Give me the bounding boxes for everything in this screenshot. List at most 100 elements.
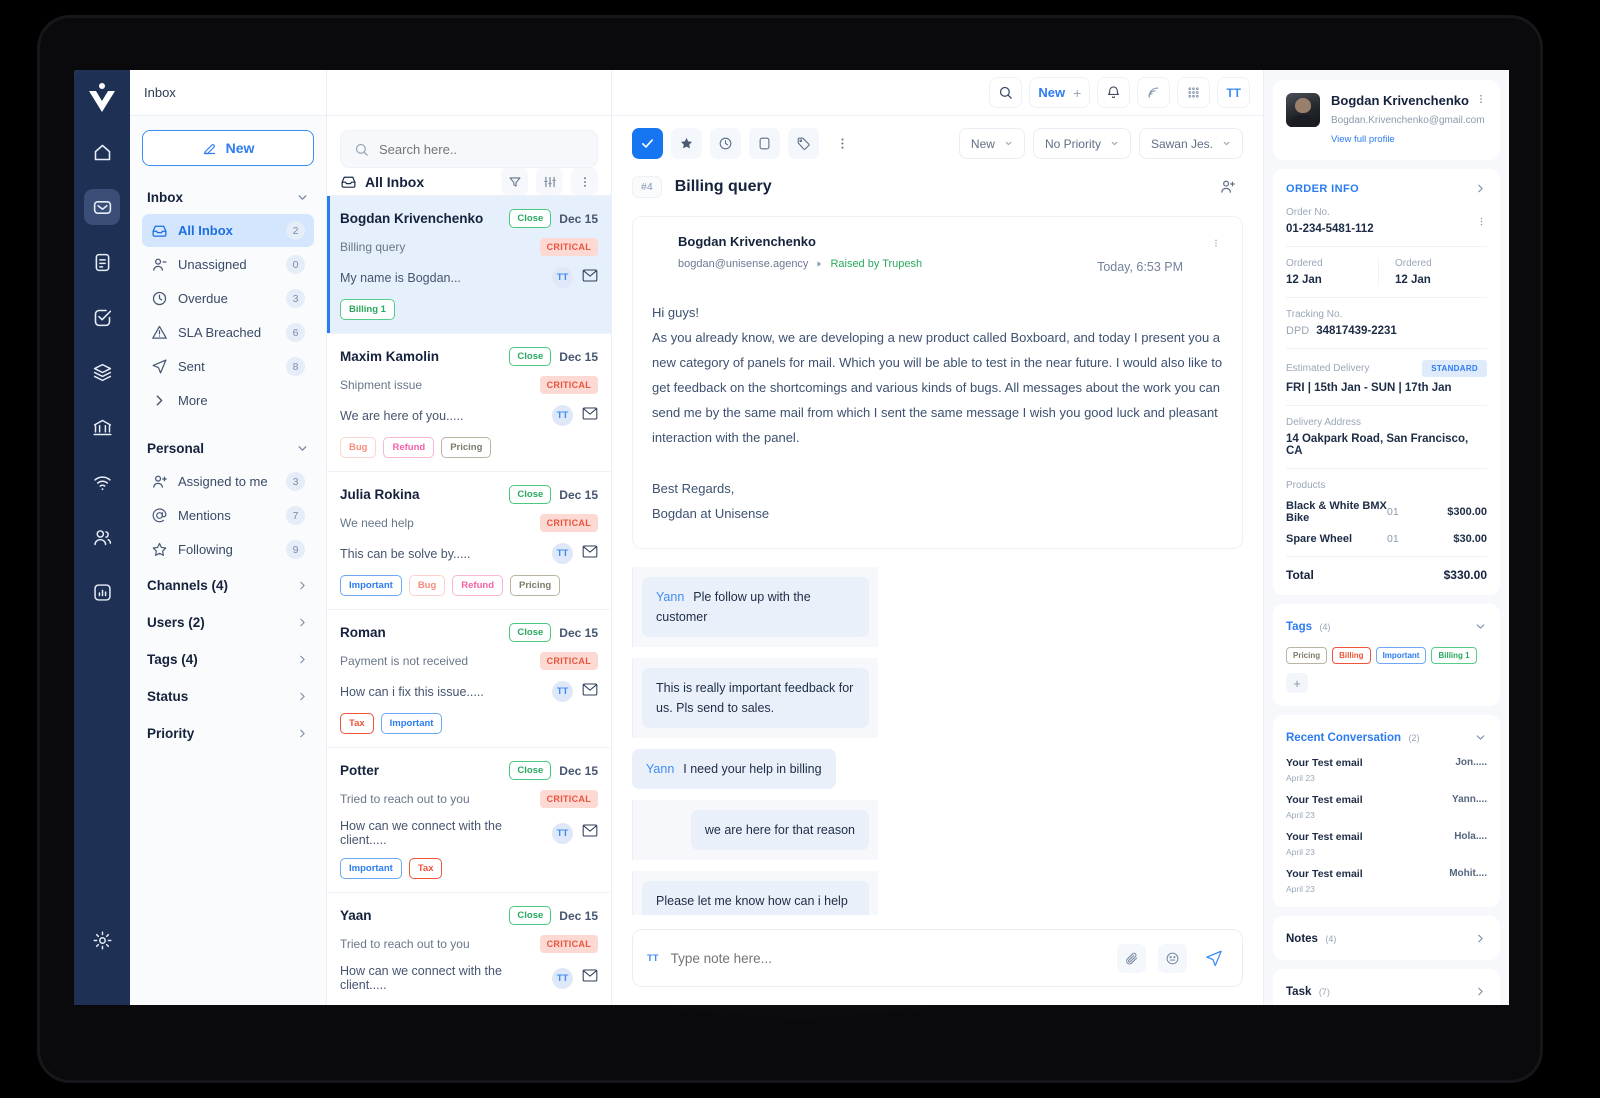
task-card[interactable]: Task (7): [1273, 969, 1500, 1005]
detail-tag[interactable]: Important: [1375, 647, 1427, 664]
rail-item-mail[interactable]: [84, 189, 120, 225]
conversation-tag[interactable]: Important: [340, 858, 402, 879]
conversation-item[interactable]: Maxim Kamolin Close Dec 15 Shipment issu…: [327, 333, 611, 471]
rail-item-tasks[interactable]: [84, 299, 120, 335]
sidebar-item-unassigned[interactable]: Unassigned 0: [142, 248, 314, 281]
recent-header[interactable]: Recent Conversation (2): [1286, 728, 1487, 746]
sidebar-item-more[interactable]: More: [142, 384, 314, 417]
rail-item-documents[interactable]: [84, 244, 120, 280]
search-box[interactable]: [340, 130, 598, 168]
sidebar-item-mentions[interactable]: Mentions 7: [142, 499, 314, 532]
note-composer[interactable]: TT: [632, 929, 1243, 987]
snooze-button[interactable]: [710, 128, 741, 159]
conversation-tag[interactable]: Refund: [452, 575, 503, 596]
rail-item-layers[interactable]: [84, 354, 120, 390]
app-logo[interactable]: [87, 82, 117, 114]
conversation-status-badge[interactable]: Close: [509, 761, 552, 780]
sidebar-item-sent[interactable]: Sent 8: [142, 350, 314, 383]
conversation-status-badge[interactable]: Close: [509, 623, 552, 642]
header-broadcast-button[interactable]: [1137, 77, 1171, 108]
archive-folder-button[interactable]: [749, 128, 780, 159]
conversation-tag[interactable]: Bug: [340, 437, 377, 458]
conversation-item[interactable]: Roman Close Dec 15 Payment is not receiv…: [327, 609, 611, 747]
chevron-down-icon[interactable]: [652, 234, 666, 248]
list-more-button[interactable]: [571, 168, 598, 195]
filter-button[interactable]: [501, 168, 528, 195]
sidebar-item-all-inbox[interactable]: All Inbox 2: [142, 214, 314, 247]
detail-tag[interactable]: Billing 1: [1431, 647, 1477, 664]
add-tag-button[interactable]: +: [1286, 673, 1308, 693]
conversation-more-button[interactable]: [827, 128, 858, 159]
recent-conversation-item[interactable]: Your Test email April 23 Hola....: [1286, 831, 1487, 857]
header-search-button[interactable]: [989, 77, 1023, 108]
search-input[interactable]: [379, 141, 584, 157]
rail-item-contacts[interactable]: [84, 519, 120, 555]
attach-button[interactable]: [1117, 943, 1146, 973]
sort-button[interactable]: [536, 168, 563, 195]
assign-user-button[interactable]: [1212, 171, 1243, 202]
rail-item-reports[interactable]: [84, 574, 120, 610]
status-dropdown[interactable]: New: [958, 128, 1025, 159]
detail-tag[interactable]: Pricing: [1286, 647, 1328, 664]
resolve-button[interactable]: [632, 128, 663, 159]
sidebar-section-priority[interactable]: Priority: [142, 715, 314, 752]
rail-item-home[interactable]: [84, 134, 120, 170]
header-apps-button[interactable]: [1177, 77, 1211, 108]
view-full-profile-link[interactable]: View full profile: [1331, 134, 1395, 145]
priority-dropdown[interactable]: No Priority: [1032, 128, 1131, 159]
conversation-tag[interactable]: Pricing: [510, 575, 561, 596]
rail-item-settings[interactable]: [84, 922, 120, 958]
conversation-item[interactable]: Julia Rokina Close Dec 15 We need help C…: [327, 471, 611, 609]
recent-conversation-item[interactable]: Your Test email April 23 Jon.....: [1286, 757, 1487, 783]
chat-bubble: Please let me know how can i help you an…: [642, 881, 869, 915]
recent-conversation-item[interactable]: Your Test email April 23 Mohit....: [1286, 868, 1487, 894]
rail-item-bank[interactable]: [84, 409, 120, 445]
header-new-button[interactable]: New +: [1029, 77, 1091, 108]
kebab-icon[interactable]: [1475, 93, 1487, 105]
kebab-icon[interactable]: [1209, 234, 1223, 248]
conversation-status-badge[interactable]: Close: [509, 209, 552, 228]
conversation-date: Dec 15: [559, 487, 598, 502]
conversation-tag[interactable]: Refund: [383, 437, 435, 458]
conversation-tag[interactable]: Tax: [408, 858, 443, 879]
kebab-icon[interactable]: [1476, 216, 1487, 227]
recent-conversation-item[interactable]: Your Test email April 23 Yann....: [1286, 794, 1487, 820]
conversation-tag[interactable]: Important: [340, 575, 402, 596]
conversation-item[interactable]: Potter Close Dec 15 Tried to reach out t…: [327, 747, 611, 892]
conversation-item[interactable]: Bogdan Krivenchenko Close Dec 15 Billing…: [327, 195, 611, 333]
sidebar-item-following[interactable]: Following 9: [142, 533, 314, 566]
tags-header[interactable]: Tags (4): [1286, 617, 1487, 635]
conversation-status-badge[interactable]: Close: [509, 485, 552, 504]
conversation-tag[interactable]: Bug: [408, 575, 446, 596]
star-button[interactable]: [671, 128, 702, 159]
sidebar-item-overdue[interactable]: Overdue 3: [142, 282, 314, 315]
new-conversation-button[interactable]: New: [142, 130, 314, 166]
conversation-status-badge[interactable]: Close: [509, 347, 552, 366]
emoji-button[interactable]: [1158, 943, 1187, 973]
search-icon: [355, 143, 368, 156]
conversation-tag[interactable]: Tax: [340, 713, 374, 734]
sidebar-section-users[interactable]: Users (2): [142, 604, 314, 641]
conversation-tag[interactable]: Pricing: [441, 437, 492, 458]
sidebar-section-channels[interactable]: Channels (4): [142, 567, 314, 604]
rail-item-broadcast[interactable]: [84, 464, 120, 500]
nav-group-personal[interactable]: Personal: [142, 431, 314, 465]
nav-group-inbox[interactable]: Inbox: [142, 180, 314, 214]
assignee-dropdown[interactable]: Sawan Jes.: [1138, 128, 1243, 159]
send-button[interactable]: [1199, 944, 1228, 973]
conversation-status-badge[interactable]: Close: [509, 906, 552, 925]
sidebar-section-status[interactable]: Status: [142, 678, 314, 715]
header-notifications-button[interactable]: [1097, 77, 1131, 108]
conversation-tag[interactable]: Important: [380, 713, 443, 734]
order-info-header[interactable]: ORDER INFO: [1286, 182, 1487, 195]
sidebar-item-assigned-to-me[interactable]: Assigned to me 3: [142, 465, 314, 498]
detail-tag[interactable]: Billing: [1332, 647, 1371, 664]
sidebar-item-sla-breached[interactable]: SLA Breached 6: [142, 316, 314, 349]
conversation-item[interactable]: Yaan Close Dec 15 Tried to reach out to …: [327, 892, 611, 1005]
sidebar-section-tags[interactable]: Tags (4): [142, 641, 314, 678]
conversation-tag[interactable]: Billing 1: [340, 299, 395, 320]
note-input[interactable]: [670, 950, 1105, 966]
tag-button[interactable]: [788, 128, 819, 159]
notes-card[interactable]: Notes (4): [1273, 916, 1500, 960]
header-user-avatar[interactable]: TT: [1217, 77, 1250, 108]
